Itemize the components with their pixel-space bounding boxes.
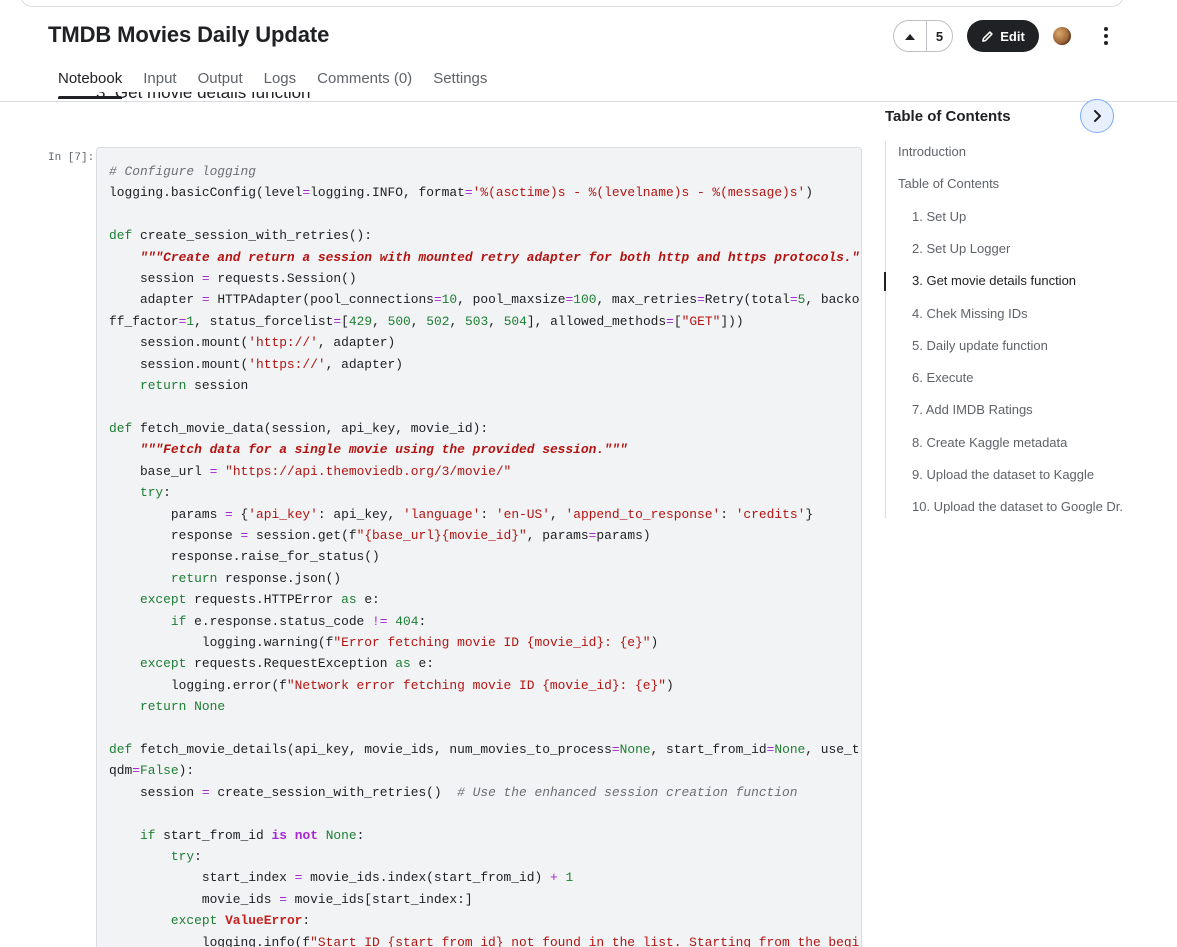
- toc-item[interactable]: 4. Chek Missing IDs: [912, 306, 1028, 321]
- code-line: except ValueError:: [170, 913, 311, 929]
- code-line: ​: [109, 396, 861, 417]
- code-line: if e.response.status_code != 404:: [170, 613, 427, 629]
- tab-settings[interactable]: Settings: [433, 70, 487, 100]
- code-line: logging.basicConfig(level=logging.INFO, …: [109, 185, 814, 201]
- cell-prompt: In [7]:: [48, 152, 95, 164]
- code-line: logging.error(f"Network error fetching m…: [109, 677, 674, 693]
- vote-count: 5: [935, 28, 944, 44]
- toc-item[interactable]: 5. Daily update function: [912, 338, 1048, 353]
- code-line: return session: [139, 378, 249, 394]
- edit-button-label: Edit: [1000, 28, 1025, 44]
- code-line: def fetch_movie_details(api_key, movie_i…: [109, 741, 860, 757]
- code-line: start_index = movie_ids.index(start_from…: [109, 870, 574, 886]
- toc-item[interactable]: Table of Contents: [898, 176, 999, 191]
- code-line: def fetch_movie_data(session, api_key, m…: [109, 420, 489, 436]
- section-heading: 3. Get movie details function: [96, 92, 311, 102]
- upvote-button[interactable]: [894, 21, 926, 51]
- toc-rail: [885, 141, 886, 518]
- toc-item[interactable]: Introduction: [898, 144, 966, 159]
- code-line: movie_ids = movie_ids[start_index:]: [109, 891, 473, 907]
- code-line: session.mount('https://', adapter): [109, 356, 403, 372]
- code-cell[interactable]: # Configure logging logging.basicConfig(l…: [96, 147, 862, 947]
- code-line: return None: [139, 699, 226, 715]
- toc-active-marker: [884, 272, 886, 291]
- code-line: logging.warning(f"Error fetching movie I…: [109, 634, 659, 650]
- code-line: session.mount('http://', adapter): [109, 335, 396, 351]
- toc-item[interactable]: 3. Get movie details function: [912, 273, 1076, 288]
- chevron-right-icon[interactable]: [1080, 99, 1114, 133]
- code-line: ​: [109, 204, 861, 225]
- avatar[interactable]: [1053, 27, 1071, 45]
- pencil-icon: [982, 30, 993, 42]
- code-line: if start_from_id is not None:: [139, 827, 365, 843]
- toc-item[interactable]: 2. Set Up Logger: [912, 241, 1010, 256]
- code-line: logging.info(f"Start ID {start_from_id} …: [109, 934, 860, 947]
- code-line: def create_session_with_retries():: [109, 228, 373, 244]
- code-line: ​: [109, 803, 861, 824]
- code-line: adapter = HTTPAdapter(pool_connections=1…: [109, 292, 860, 308]
- toc-item[interactable]: 9. Upload the dataset to Kaggle: [912, 467, 1094, 482]
- code-line: # Configure logging: [109, 164, 256, 179]
- tab-comments[interactable]: Comments (0): [317, 70, 412, 100]
- toc-item[interactable]: 1. Set Up: [912, 209, 966, 224]
- caret-up-icon: [905, 33, 915, 40]
- code-line: session = create_session_with_retries() …: [109, 784, 798, 800]
- code-line: """Create and return a session with moun…: [139, 249, 862, 265]
- code-line: qdm=False):: [109, 763, 195, 779]
- code-line: base_url = "https://api.themoviedb.org/3…: [109, 463, 512, 479]
- code-line: try:: [170, 849, 202, 864]
- toc-item[interactable]: 8. Create Kaggle metadata: [912, 435, 1067, 450]
- code-block[interactable]: # Configure logging logging.basicConfig(l…: [109, 161, 862, 947]
- toc-item[interactable]: 7. Add IMDB Ratings: [912, 402, 1033, 417]
- search-bar-edge[interactable]: [20, 0, 1124, 7]
- code-line: response = session.get(f"{base_url}{movi…: [109, 527, 651, 543]
- toc-item[interactable]: 6. Execute: [912, 370, 973, 385]
- code-line: except requests.HTTPError as e:: [139, 592, 380, 608]
- code-line: return response.json(): [170, 570, 342, 586]
- code-line: except requests.RequestException as e:: [139, 656, 434, 672]
- code-line: ​: [109, 718, 861, 739]
- code-line: try:: [139, 485, 171, 501]
- toc-item[interactable]: 10. Upload the dataset to Google Dr.: [912, 499, 1123, 514]
- upvote-group[interactable]: 5: [893, 20, 953, 52]
- page-title: TMDB Movies Daily Update: [48, 22, 330, 47]
- code-line: """Fetch data for a single movie using t…: [139, 442, 628, 458]
- code-line: session = requests.Session(): [109, 271, 357, 287]
- code-line: params = {'api_key': api_key, 'language'…: [109, 506, 814, 522]
- code-line: response.raise_for_status(): [109, 549, 380, 565]
- edit-button[interactable]: Edit: [967, 20, 1039, 52]
- toc-title: Table of Contents: [885, 108, 1011, 125]
- code-line: ff_factor=1, status_forcelist=[429, 500,…: [109, 313, 744, 329]
- kebab-menu-icon[interactable]: [1096, 24, 1116, 48]
